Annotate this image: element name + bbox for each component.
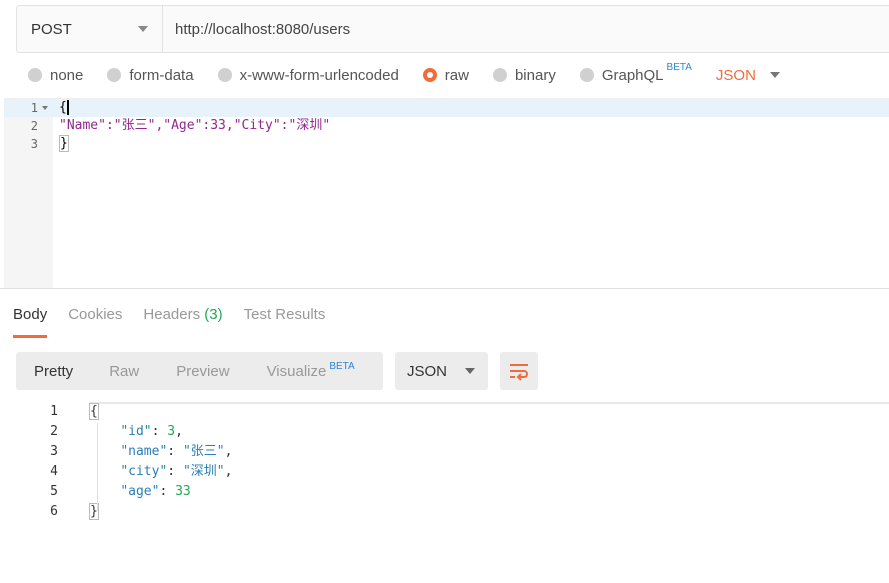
tab-headers-label: Headers: [143, 306, 201, 323]
response-line: 2 "id": 3,: [0, 422, 889, 442]
beta-badge: BETA: [666, 61, 692, 73]
request-body-editor[interactable]: 1 { 2 "Name":"张三","Age":33,"City":"深圳" 3…: [4, 98, 889, 289]
code-text: "id": 3,: [120, 424, 183, 439]
radio-selected-icon: [422, 68, 437, 82]
response-line: 6 }: [0, 502, 889, 522]
body-type-label: GraphQL: [601, 66, 664, 84]
body-type-raw[interactable]: raw: [422, 66, 469, 84]
code-line: 3 }: [4, 135, 889, 153]
raw-format-dropdown[interactable]: JSON: [716, 67, 780, 84]
text-cursor: [66, 100, 69, 115]
method-label: POST: [31, 20, 72, 38]
body-type-label: x-www-form-urlencoded: [239, 66, 399, 84]
body-type-urlencoded[interactable]: x-www-form-urlencoded: [217, 66, 399, 84]
response-format-dropdown[interactable]: JSON: [395, 352, 488, 390]
code-brace-close: }: [59, 135, 69, 152]
line-number: 2: [30, 119, 38, 133]
radio-icon: [217, 68, 232, 82]
wrap-lines-button[interactable]: [500, 352, 538, 390]
radio-icon: [28, 68, 42, 82]
code-brace-open: {: [89, 403, 99, 420]
indent-guide: [97, 423, 98, 511]
json-comma: ,: [224, 444, 233, 459]
raw-button[interactable]: Raw: [109, 363, 139, 380]
response-line: 4 "city": "深圳",: [0, 462, 889, 482]
code-text: "age": 33: [120, 484, 191, 499]
line-number: 3: [50, 444, 58, 459]
json-value: 3: [167, 424, 176, 439]
body-type-binary[interactable]: binary: [492, 66, 556, 84]
code-text: }: [59, 135, 69, 153]
wrap-lines-icon: [510, 364, 528, 381]
response-format-label: JSON: [407, 362, 448, 380]
json-value: "张三": [182, 444, 225, 459]
url-input[interactable]: http://localhost:8080/users: [163, 6, 889, 52]
code-line: 1 {: [4, 99, 889, 117]
line-number: 1: [30, 101, 38, 115]
response-line: 5 "age": 33: [0, 482, 889, 502]
body-type-label: none: [50, 66, 84, 84]
body-type-label: form-data: [129, 66, 194, 84]
code-text: "Name":"张三","Age":33,"City":"深圳": [59, 118, 331, 133]
preview-button[interactable]: Preview: [176, 363, 229, 380]
tab-test-results[interactable]: Test Results: [244, 306, 326, 338]
json-value: "深圳": [182, 464, 225, 479]
line-number: 2: [50, 424, 58, 439]
response-line: 1 {: [0, 402, 889, 422]
code-text: {: [89, 402, 99, 422]
json-key: "name": [120, 444, 168, 459]
radio-icon: [579, 68, 594, 82]
code-text: "city": "深圳",: [120, 464, 233, 479]
response-line: 3 "name": "张三",: [0, 442, 889, 462]
line-number: 3: [30, 137, 38, 151]
code-line: 2 "Name":"张三","Age":33,"City":"深圳": [4, 117, 889, 135]
line-number: 4: [50, 464, 58, 479]
json-value: 33: [175, 484, 191, 499]
headers-count: (3): [204, 306, 223, 323]
line-number: 5: [50, 484, 58, 499]
json-comma: ,: [175, 424, 183, 439]
json-key: "city": [120, 464, 168, 479]
pretty-button[interactable]: Pretty: [34, 363, 73, 380]
body-type-selector: none form-data x-www-form-urlencoded raw…: [28, 62, 780, 86]
body-type-form-data[interactable]: form-data: [107, 66, 194, 84]
pane-divider[interactable]: [0, 288, 889, 289]
chevron-down-icon: [769, 72, 780, 78]
chevron-down-icon: [138, 26, 148, 32]
tab-cookies[interactable]: Cookies: [68, 306, 122, 338]
body-type-none[interactable]: none: [28, 67, 83, 84]
request-bar: POST http://localhost:8080/users: [16, 5, 889, 53]
response-tabs: Body Cookies Headers (3) Test Results: [13, 306, 346, 338]
body-type-label: binary: [514, 66, 556, 84]
json-key: "id": [120, 424, 152, 439]
raw-format-label: JSON: [715, 66, 756, 84]
json-comma: ,: [224, 464, 233, 479]
visualize-label: Visualize: [266, 362, 327, 380]
body-type-graphql[interactable]: GraphQL BETA: [579, 62, 692, 84]
body-type-label: raw: [444, 66, 469, 84]
code-brace-open: {: [59, 100, 67, 115]
beta-badge: BETA: [329, 360, 355, 372]
visualize-button[interactable]: Visualize BETA: [266, 360, 355, 380]
fold-arrow-icon[interactable]: [42, 106, 48, 110]
json-key: "age": [120, 484, 160, 499]
line-number: 6: [50, 504, 58, 519]
view-mode-group: Pretty Raw Preview Visualize BETA: [16, 352, 383, 390]
line-number: 1: [50, 404, 58, 419]
url-text: http://localhost:8080/users: [175, 20, 351, 38]
code-text: {: [59, 99, 69, 117]
method-select[interactable]: POST: [17, 6, 163, 52]
radio-icon: [492, 68, 507, 82]
code-text: "name": "张三",: [120, 444, 233, 459]
tab-headers[interactable]: Headers (3): [143, 306, 222, 338]
response-body-viewer[interactable]: 1 { 2 "id": 3, 3 "name": "张三", 4 "city":…: [0, 402, 889, 532]
radio-icon: [107, 68, 122, 82]
tab-body[interactable]: Body: [13, 306, 48, 338]
chevron-down-icon: [465, 368, 476, 374]
